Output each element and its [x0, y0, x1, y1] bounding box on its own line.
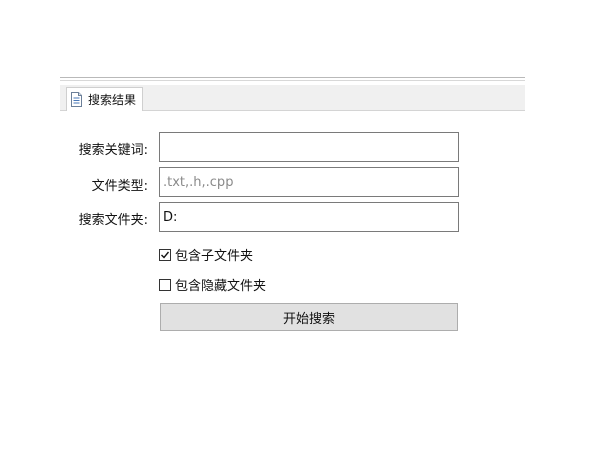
- include-hidden-checkbox[interactable]: 包含隐藏文件夹: [159, 275, 266, 294]
- include-hidden-label: 包含隐藏文件夹: [175, 279, 267, 294]
- file-type-input[interactable]: [159, 167, 459, 197]
- keyword-input[interactable]: [159, 132, 459, 162]
- document-icon: [70, 92, 83, 107]
- checkbox-box[interactable]: [159, 278, 171, 291]
- folder-label: 搜索文件夹:: [78, 213, 148, 228]
- tab-search-results[interactable]: 搜索结果: [66, 87, 144, 111]
- checkbox-box[interactable]: [159, 248, 171, 261]
- search-window: 搜索结果 搜索关键词: 文件类型: 搜索文件夹: 包含子文件夹 包含隐藏文件夹 …: [0, 0, 600, 450]
- top-divider: [60, 77, 525, 78]
- tab-strip: 搜索结果: [60, 85, 525, 111]
- include-subfolders-label: 包含子文件夹: [175, 249, 254, 264]
- checkmark-icon: [161, 251, 170, 259]
- folder-input[interactable]: [159, 202, 459, 232]
- file-type-label: 文件类型:: [91, 179, 148, 194]
- start-search-button[interactable]: 开始搜索: [160, 303, 458, 331]
- keyword-label: 搜索关键词:: [78, 143, 148, 158]
- top-divider-secondary: [60, 80, 525, 81]
- tab-label: 搜索结果: [88, 93, 137, 107]
- include-subfolders-checkbox[interactable]: 包含子文件夹: [159, 245, 253, 264]
